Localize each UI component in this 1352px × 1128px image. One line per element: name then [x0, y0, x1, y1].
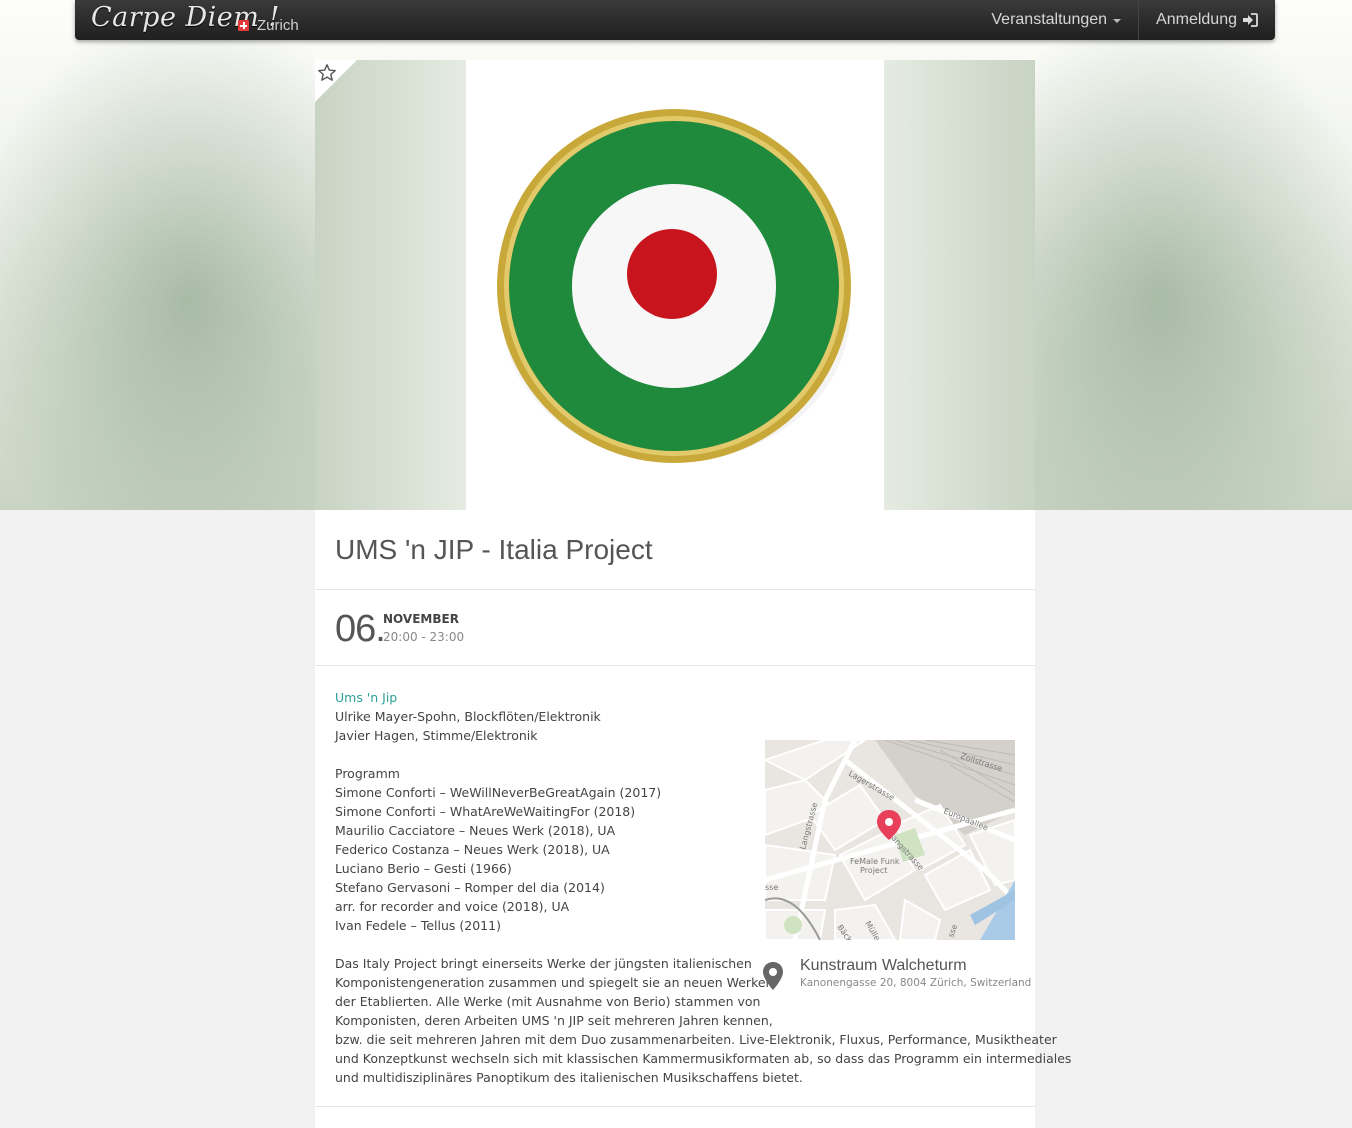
venue-address: Kanonengasse 20, 8004 Zürich, Switzerlan…	[800, 977, 1032, 989]
city-selector[interactable]: Zurich	[238, 17, 299, 34]
event-banner	[315, 60, 1035, 510]
venue-name[interactable]: Kunstraum Walcheturm	[800, 957, 967, 975]
login-label: Anmeldung	[1156, 11, 1237, 28]
event-day: 06.	[335, 608, 386, 650]
italian-roundel-patch	[497, 109, 851, 463]
login-link[interactable]: Anmeldung	[1139, 0, 1275, 40]
roundel-red-center	[627, 229, 717, 319]
event-image	[467, 60, 882, 510]
top-navbar: Carpe Diem ! Zurich Veranstaltungen Anme…	[75, 0, 1275, 40]
map-label: Project	[860, 866, 887, 875]
map-tiles: Zollstrasse Lagerstrasse Langstrasse Eur…	[765, 740, 1015, 940]
star-icon[interactable]	[317, 63, 337, 83]
location-pin-icon	[763, 962, 783, 990]
description-line: Komponisten, deren Arbeiten UMS 'n JIP s…	[335, 1013, 773, 1028]
description-line: und Konzeptkunst wechseln sich mit klass…	[335, 1051, 1072, 1066]
venue-info: Kunstraum Walcheturm Kanonengasse 20, 80…	[762, 957, 1032, 997]
nav-menu: Veranstaltungen Anmeldung	[974, 0, 1275, 40]
performer-line: Ulrike Mayer-Spohn, Blockflöten/Elektron…	[335, 709, 601, 724]
description-line: bzw. die seit mehreren Jahren mit dem Du…	[335, 1032, 1057, 1047]
city-label: Zurich	[257, 17, 299, 34]
events-dropdown[interactable]: Veranstaltungen	[974, 0, 1138, 40]
map-label: sse	[765, 883, 778, 892]
events-label: Veranstaltungen	[991, 11, 1108, 28]
event-date: 06. NOVEMBER 20:00 - 23:00	[315, 590, 1035, 666]
venue-map[interactable]: Zollstrasse Lagerstrasse Langstrasse Eur…	[765, 740, 1015, 940]
section-divider	[315, 1106, 1035, 1107]
event-title: UMS 'n JIP - Italia Project	[315, 510, 1035, 590]
caret-down-icon	[1113, 19, 1122, 23]
map-label: FeMale Funk	[850, 857, 900, 866]
event-month: NOVEMBER	[383, 612, 459, 626]
description-line: und multidisziplinäres Panoptikum des it…	[335, 1070, 803, 1085]
performers-link[interactable]: Ums 'n Jip	[335, 690, 397, 705]
swiss-flag-icon	[238, 20, 249, 31]
event-time: 20:00 - 23:00	[383, 630, 465, 644]
sign-in-icon	[1243, 13, 1258, 27]
